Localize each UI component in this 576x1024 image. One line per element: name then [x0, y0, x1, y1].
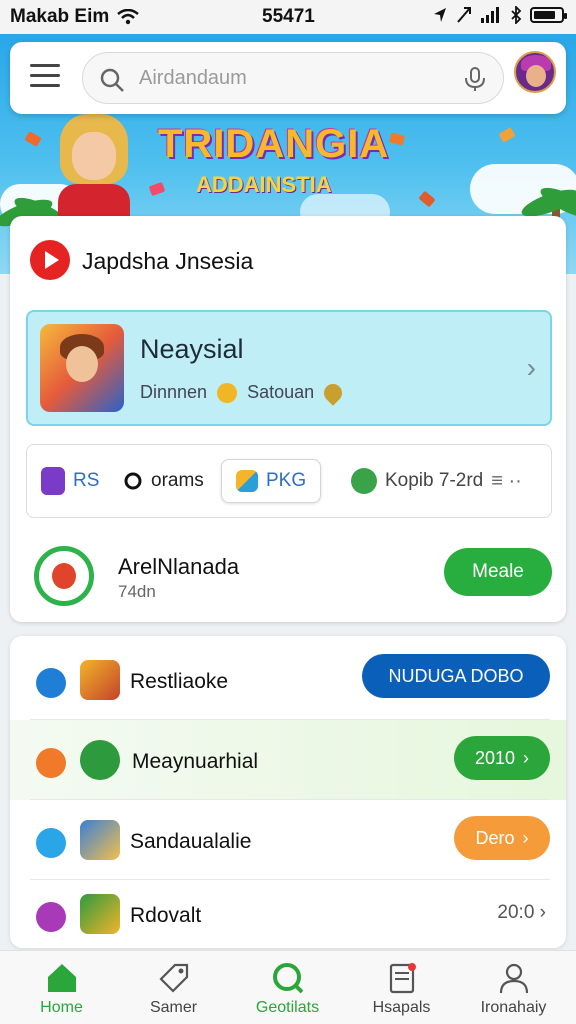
chip-label: orams: [151, 470, 204, 491]
microphone-icon[interactable]: [463, 66, 487, 92]
nav-geotilats[interactable]: Geotilats: [230, 961, 345, 1017]
app-icon: [34, 546, 94, 606]
card-title: Japdsha Jnsesia: [82, 248, 254, 274]
search-icon: [100, 68, 124, 92]
chip-label: Kopib 7-2rd: [385, 470, 484, 491]
carrier-label: Makab Eim: [10, 6, 110, 27]
nav-hsapals[interactable]: Hsapals: [344, 961, 459, 1017]
list-item[interactable]: Rdovalt 20:0 ›: [10, 874, 566, 948]
chip-programs[interactable]: orams: [123, 459, 204, 503]
document-icon: [385, 961, 419, 995]
confetti-decoration: [24, 131, 42, 147]
play-icon: [30, 240, 70, 280]
chip-rs[interactable]: RS: [41, 459, 99, 503]
list-badge-icon: [36, 828, 66, 858]
list-item-value: 20:0 ›: [497, 902, 546, 923]
game-icon: [80, 740, 120, 780]
list-item-action-button[interactable]: Dero ›: [454, 816, 550, 860]
tag-icon: [157, 961, 191, 995]
nav-label: Geotilats: [255, 999, 320, 1016]
bluetooth-icon: [511, 6, 522, 24]
app-subtitle: 74dn: [118, 582, 156, 601]
wifi-icon: [117, 9, 140, 25]
nav-home[interactable]: Home: [4, 961, 119, 1017]
location-pin-icon: [320, 379, 346, 406]
list-item-label: Sandaualalie: [130, 830, 252, 853]
action-label: 2010: [474, 747, 516, 768]
confetti-decoration: [418, 190, 436, 208]
chevron-right-icon: ›: [526, 352, 536, 383]
status-bar: Makab Eim 55471: [0, 0, 576, 34]
featured-meta-right: Satouan: [247, 382, 315, 402]
list-item-action-button[interactable]: NUDUGA DOBO: [362, 654, 550, 698]
battery-icon: [530, 7, 567, 23]
game-icon: [80, 820, 120, 860]
list-badge-icon: [36, 748, 66, 778]
chip-label: RS: [73, 470, 100, 491]
pkg-icon: [236, 470, 258, 492]
user-avatar[interactable]: [514, 51, 556, 93]
confetti-decoration: [388, 132, 406, 146]
game-icon: [80, 894, 120, 934]
confetti-decoration: [498, 127, 516, 143]
featured-name: Neaysial: [140, 334, 244, 364]
list-item[interactable]: Restliaoke NUDUGA DOBO: [10, 640, 566, 720]
list-item-action-button[interactable]: 2010 ›: [454, 736, 550, 780]
programs-icon: [124, 472, 142, 490]
app-name: ArelNlanada: [118, 554, 240, 579]
coin-icon: [217, 382, 238, 403]
home-icon: [45, 961, 79, 995]
search-circle-icon: [271, 961, 305, 995]
nav-label: Hsapals: [372, 999, 431, 1016]
list-item[interactable]: Sandaualalie Dero ›: [10, 800, 566, 880]
game-list: Restliaoke NUDUGA DOBO Meaynuarhial 2010…: [10, 636, 566, 948]
game-thumbnail: [40, 324, 124, 412]
nav-samer[interactable]: Samer: [116, 961, 231, 1017]
category-chips: RS orams PKG Kopib 7-2rd ≡ ··: [26, 444, 552, 518]
chip-kopi[interactable]: Kopib 7-2rd ≡ ··: [351, 459, 522, 503]
list-item-label: Rdovalt: [130, 904, 202, 927]
kopi-icon: [351, 468, 377, 494]
banner-subtitle: ADDAINSTIA: [196, 172, 332, 197]
search-placeholder: Airdandaum: [139, 67, 247, 89]
game-icon: [80, 660, 120, 700]
more-options-icon[interactable]: ≡ ··: [491, 470, 522, 493]
nav-label: Samer: [149, 999, 198, 1016]
chip-pkg[interactable]: PKG: [221, 459, 322, 503]
location-icon: [434, 8, 446, 22]
rs-icon: [41, 467, 65, 495]
chevron-right-icon: ›: [539, 902, 546, 923]
chevron-right-icon: ›: [523, 747, 530, 768]
list-item[interactable]: Meaynuarhial 2010 ›: [10, 720, 566, 800]
cellular-signal-icon: [481, 7, 499, 23]
chip-label: PKG: [266, 470, 307, 491]
featured-game[interactable]: Neaysial Dinnnen Satouan ›: [26, 310, 552, 426]
profile-icon: [497, 961, 531, 995]
signal-arrow-icon: [457, 7, 471, 23]
action-label: Dero: [475, 827, 515, 848]
confetti-decoration: [148, 181, 166, 197]
list-badge-icon: [36, 668, 66, 698]
nav-ironahaiy[interactable]: Ironahaiy: [456, 961, 571, 1017]
top-bar: Airdandaum: [10, 42, 566, 114]
list-item-label: Restliaoke: [130, 670, 229, 693]
search-input[interactable]: Airdandaum: [82, 52, 504, 104]
banner-title: TRIDANGIA: [158, 122, 390, 166]
bottom-navigation: Home Samer Geotilats Hsapals Ironahaiy: [0, 950, 576, 1024]
list-badge-icon: [36, 902, 66, 932]
clock: 55471: [262, 6, 315, 27]
hamburger-menu-icon[interactable]: [30, 64, 60, 90]
featured-meta-left: Dinnnen: [140, 382, 208, 402]
chevron-right-icon: ›: [522, 827, 529, 848]
app-action-button[interactable]: Meale: [444, 548, 552, 596]
main-card: Japdsha Jnsesia Neaysial Dinnnen Satouan…: [10, 216, 566, 622]
nav-label: Ironahaiy: [480, 999, 547, 1016]
list-item-label: Meaynuarhial: [132, 750, 259, 773]
nav-label: Home: [40, 999, 83, 1016]
battery-level: [534, 11, 555, 19]
